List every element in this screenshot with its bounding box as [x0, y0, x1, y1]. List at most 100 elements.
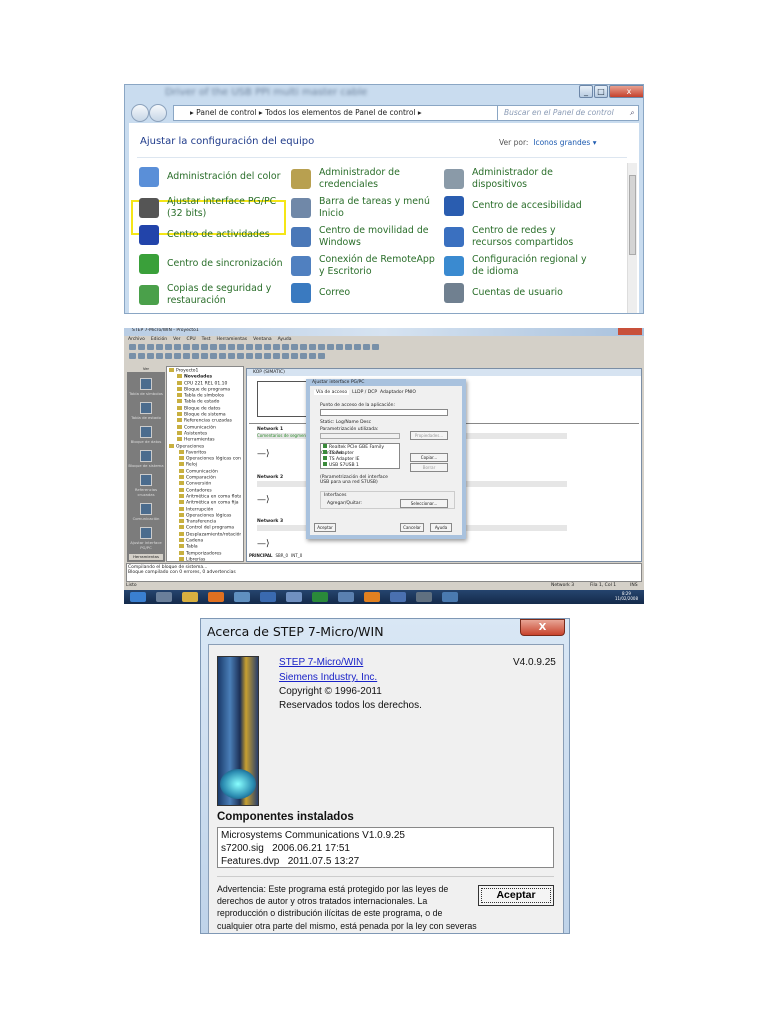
toolbar-button-icon[interactable] [363, 344, 370, 350]
menu-item[interactable]: Archivo [128, 337, 145, 342]
toolbar-button-icon[interactable] [327, 344, 334, 350]
control-panel-item[interactable]: Centro de sincronización [139, 254, 289, 274]
tab-access-path[interactable]: Vía de acceso [314, 390, 350, 395]
tab-principal[interactable]: PRINCIPAL [249, 553, 272, 559]
control-panel-item[interactable]: Copias de seguridad y restauración [139, 283, 289, 307]
menu-item[interactable]: Ver [173, 337, 180, 342]
properties-button[interactable]: Propiedades... [410, 431, 448, 440]
param-field[interactable] [320, 433, 400, 439]
cancel-button[interactable]: Cancelar [400, 523, 424, 532]
toolbar-button-icon[interactable] [318, 344, 325, 350]
breadcrumb-item[interactable]: Panel de control [196, 108, 256, 117]
ok-button[interactable]: Aceptar [314, 523, 336, 532]
close-button[interactable] [618, 328, 642, 335]
toolbar-button-icon[interactable] [165, 353, 172, 359]
toolbar-button-icon[interactable] [273, 353, 280, 359]
close-button[interactable]: X [520, 619, 565, 636]
toolbar-button-icon[interactable] [282, 353, 289, 359]
toolbar-button-icon[interactable] [264, 344, 271, 350]
toolbar-button-icon[interactable] [138, 353, 145, 359]
toolbar-button-icon[interactable] [192, 344, 199, 350]
back-button[interactable] [131, 104, 149, 122]
close-button[interactable]: x [609, 85, 643, 98]
toolbar-button-icon[interactable] [291, 344, 298, 350]
toolbar-button-icon[interactable] [129, 344, 136, 350]
taskbar-app-icon[interactable] [286, 592, 302, 602]
tab-lldp[interactable]: LLDP / DCP [352, 390, 377, 395]
toolbar-button-icon[interactable] [354, 344, 361, 350]
toolbar-button-icon[interactable] [336, 344, 343, 350]
interface-list-item[interactable]: USB S7USB 1 [321, 462, 399, 468]
control-panel-item[interactable]: Cuentas de usuario [444, 283, 594, 303]
taskbar-app-icon[interactable] [260, 592, 276, 602]
toolbar-button-icon[interactable] [291, 353, 298, 359]
menu-item[interactable]: Ventana [253, 337, 271, 342]
select-button[interactable]: Seleccionar... [400, 499, 448, 508]
toolbar-button-icon[interactable] [183, 353, 190, 359]
toolbar-button-icon[interactable] [273, 344, 280, 350]
toolbar-button-icon[interactable] [219, 344, 226, 350]
control-panel-item[interactable]: Administrador de credenciales [291, 167, 441, 191]
taskbar-app-icon[interactable] [208, 592, 224, 602]
tab-sbr0[interactable]: SBR_0 [275, 553, 288, 559]
taskbar-app-icon[interactable] [182, 592, 198, 602]
toolbar-button-icon[interactable] [192, 353, 199, 359]
tab-pnio[interactable]: Adaptador PNIO [380, 390, 416, 395]
taskbar-app-icon[interactable] [364, 592, 380, 602]
help-button[interactable]: Ayuda [430, 523, 452, 532]
toolbar-button-icon[interactable] [255, 353, 262, 359]
toolbar-button-icon[interactable] [147, 353, 154, 359]
control-panel-item[interactable]: Centro de redes y recursos compartidos [444, 225, 594, 249]
menu-item[interactable]: Ayuda [278, 337, 292, 342]
toolbar-button-icon[interactable] [156, 353, 163, 359]
taskbar-app-icon[interactable] [390, 592, 406, 602]
toolbar-button-icon[interactable] [237, 353, 244, 359]
toolbar-button-icon[interactable] [255, 344, 262, 350]
toolbar-button-icon[interactable] [300, 353, 307, 359]
menu-item[interactable]: CPU [186, 337, 195, 342]
toolbar-button-icon[interactable] [228, 353, 235, 359]
company-link[interactable]: Siemens Industry, Inc. [279, 672, 377, 683]
maximize-button[interactable]: □ [594, 85, 608, 98]
address-bar[interactable]: ▸ Panel de control ▸ Todos los elementos… [173, 105, 503, 121]
toolbar-button-icon[interactable] [138, 344, 145, 350]
taskbar-app-icon[interactable] [442, 592, 458, 602]
control-panel-item[interactable]: Configuración regional y de idioma [444, 254, 594, 278]
control-panel-item[interactable]: Centro de actividades [139, 225, 289, 245]
menu-item[interactable]: Test [202, 337, 211, 342]
control-panel-item[interactable]: Administrador de dispositivos [444, 167, 594, 191]
nav-item[interactable]: Referencias cruzadas [127, 474, 165, 497]
nav-footer-tools[interactable]: Herramientas [129, 554, 163, 560]
delete-button[interactable]: Borrar [410, 463, 448, 472]
nav-item[interactable]: Bloque de sistema [127, 450, 165, 468]
forward-button[interactable] [149, 104, 167, 122]
nav-item[interactable]: Ajustar interface PG/PC [127, 527, 165, 550]
nav-header[interactable]: Ver [127, 366, 165, 372]
control-panel-item[interactable]: Centro de movilidad de Windows [291, 225, 441, 249]
toolbar-button-icon[interactable] [246, 353, 253, 359]
nav-item[interactable]: Tabla de símbolos [127, 378, 165, 396]
toolbar-button-icon[interactable] [174, 344, 181, 350]
interface-list[interactable]: Realtek PCIe GBE Family Controller TS Ada… [320, 443, 400, 469]
toolbar-button-icon[interactable] [318, 353, 325, 359]
toolbar-button-icon[interactable] [201, 353, 208, 359]
toolbar-button-icon[interactable] [219, 353, 226, 359]
control-panel-item[interactable]: Conexión de RemoteApp y Escritorio [291, 254, 441, 278]
tab-int0[interactable]: INT_0 [291, 553, 302, 559]
toolbar-button-icon[interactable] [264, 353, 271, 359]
control-panel-item[interactable]: Centro de accesibilidad [444, 196, 594, 216]
components-list[interactable]: Microsystems Communications V1.0.9.25 s7… [217, 827, 554, 868]
copy-button[interactable]: Copiar... [410, 453, 448, 462]
toolbar-button-icon[interactable] [210, 344, 217, 350]
taskbar-app-icon[interactable] [338, 592, 354, 602]
taskbar-app-icon[interactable] [234, 592, 250, 602]
search-input[interactable]: Buscar en el Panel de control ⌕ [497, 105, 639, 121]
toolbar-button-icon[interactable] [147, 344, 154, 350]
toolbar-button-icon[interactable] [183, 344, 190, 350]
control-panel-item[interactable]: Ajustar interface PG/PC (32 bits) [139, 196, 289, 220]
view-by[interactable]: Ver por: Iconos grandes ▾ [499, 138, 596, 147]
nav-item[interactable]: Bloque de datos [127, 426, 165, 444]
toolbar-button-icon[interactable] [156, 344, 163, 350]
menu-item[interactable]: Herramientas [217, 337, 248, 342]
nav-item[interactable]: Comunicación [127, 503, 165, 521]
